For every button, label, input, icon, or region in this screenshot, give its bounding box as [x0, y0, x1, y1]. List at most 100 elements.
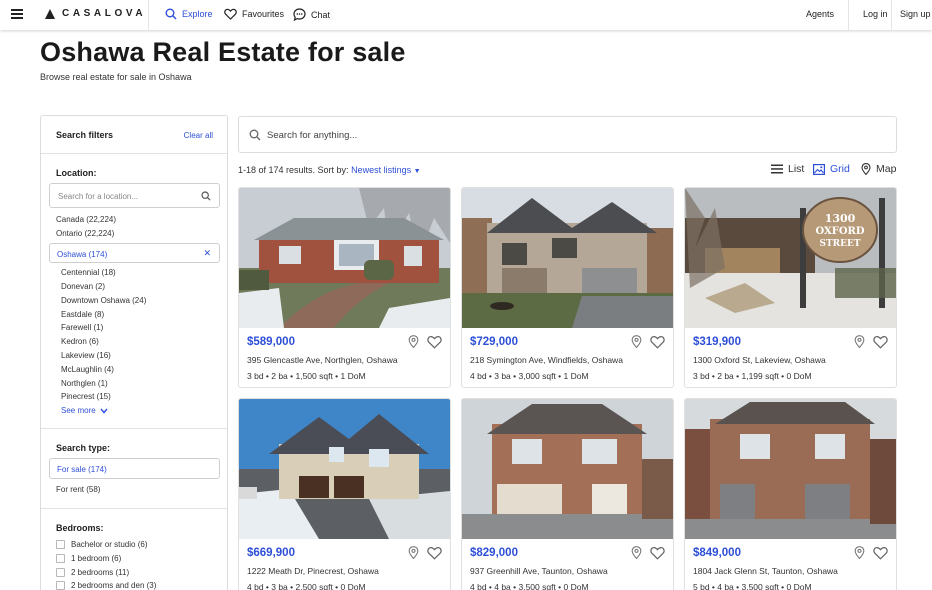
listing-card[interactable]: $829,000 937 Greenhill Ave, Taunton, Osh…	[461, 398, 674, 590]
results-count-text: 1-18 of 174 results. Sort by:	[238, 165, 352, 175]
listing-address[interactable]: 395 Glencastle Ave, Northglen, Oshawa	[247, 355, 398, 365]
view-grid-button[interactable]: Grid	[813, 163, 850, 175]
search-type-for-sale-label: For sale (174)	[57, 465, 107, 474]
nav-favourites-label: Favourites	[242, 9, 285, 19]
listing-address[interactable]: 1804 Jack Glenn St, Taunton, Oshawa	[693, 566, 838, 576]
see-more-label: See more	[61, 406, 96, 415]
bedroom-option[interactable]: 2 bedrooms and den (3)	[56, 581, 156, 590]
see-more-button[interactable]: See more	[61, 406, 108, 415]
view-map-label: Map	[876, 163, 897, 175]
sub-location-item[interactable]: Centennial (18)	[61, 268, 116, 277]
location-parent-ontario[interactable]: Ontario (22,224)	[56, 229, 114, 238]
bedroom-option[interactable]: Bachelor or studio (6)	[56, 540, 147, 549]
sort-dropdown[interactable]: Newest listings ▼	[351, 165, 420, 175]
close-icon[interactable]: ✕	[203, 248, 211, 259]
listing-card[interactable]: $589,000 395 Glencastle Ave, Northglen, …	[238, 187, 451, 388]
heart-icon[interactable]	[650, 546, 665, 560]
bedroom-option-label: 2 bedrooms (11)	[71, 568, 130, 577]
listing-address[interactable]: 1222 Meath Dr, Pinecrest, Oshawa	[247, 566, 379, 576]
selected-location[interactable]: Oshawa (174) ✕	[49, 243, 220, 263]
map-pin-icon[interactable]	[854, 546, 865, 559]
listing-card[interactable]: 1300 OXFORD STREET $319,900 1300 Oxford …	[684, 187, 897, 388]
checkbox[interactable]	[56, 554, 65, 563]
page-subtitle: Browse real estate for sale in Oshawa	[40, 72, 192, 82]
heart-icon[interactable]	[873, 335, 888, 349]
menu-icon[interactable]	[11, 9, 23, 19]
filters-sidebar: Search filters Clear all Location: Searc…	[40, 115, 228, 590]
listing-address[interactable]: 218 Symington Ave, Windfields, Oshawa	[470, 355, 623, 365]
chat-icon	[293, 8, 306, 21]
sub-location-item[interactable]: Kedron (6)	[61, 337, 99, 346]
search-type-for-rent[interactable]: For rent (58)	[56, 485, 100, 494]
listing-photo[interactable]	[685, 399, 896, 539]
view-list-button[interactable]: List	[771, 163, 804, 175]
signup-link[interactable]: Sign up	[900, 9, 931, 19]
results-count: 1-18 of 174 results. Sort by: Newest lis…	[238, 165, 421, 175]
bedroom-option-label: 1 bedroom (6)	[71, 554, 122, 563]
location-title: Location:	[56, 168, 97, 178]
section-divider	[41, 508, 227, 509]
map-pin-icon[interactable]	[408, 546, 419, 559]
sub-location-item[interactable]: Pinecrest (15)	[61, 392, 111, 401]
sub-location-item[interactable]: McLaughlin (4)	[61, 365, 114, 374]
listing-card[interactable]: $729,000 218 Symington Ave, Windfields, …	[461, 187, 674, 388]
view-map-button[interactable]: Map	[861, 163, 896, 175]
listing-address[interactable]: 1300 Oxford St, Lakeview, Oshawa	[693, 355, 826, 365]
listing-price: $589,000	[247, 336, 295, 348]
nav-favourites[interactable]: Favourites	[224, 8, 284, 20]
search-icon	[165, 8, 177, 20]
listing-card[interactable]: $849,000 1804 Jack Glenn St, Taunton, Os…	[684, 398, 897, 590]
map-pin-icon[interactable]	[631, 335, 642, 348]
checkbox[interactable]	[56, 581, 65, 590]
nav-chat[interactable]: Chat	[293, 8, 330, 21]
search-type-for-sale[interactable]: For sale (174)	[49, 458, 220, 479]
listing-details: 4 bd • 4 ba • 3,500 sqft • 0 DoM	[470, 582, 589, 590]
map-pin-icon[interactable]	[631, 546, 642, 559]
sub-location-item[interactable]: Northglen (1)	[61, 379, 108, 388]
location-parent-canada[interactable]: Canada (22,224)	[56, 215, 116, 224]
list-icon	[771, 164, 783, 174]
nav-explore[interactable]: Explore	[165, 8, 213, 20]
main-search-placeholder: Search for anything...	[267, 130, 358, 141]
map-pin-icon	[861, 163, 871, 175]
map-pin-icon[interactable]	[854, 335, 865, 348]
bedroom-option[interactable]: 2 bedrooms (11)	[56, 568, 129, 577]
location-search-input[interactable]: Search for a location...	[49, 183, 220, 208]
view-grid-label: Grid	[830, 163, 850, 175]
brand-name: CASALOVA	[62, 8, 147, 19]
map-pin-icon[interactable]	[408, 335, 419, 348]
sub-location-item[interactable]: Donevan (2)	[61, 282, 105, 291]
nav-agents[interactable]: Agents	[806, 9, 834, 19]
heart-icon[interactable]	[873, 546, 888, 560]
checkbox[interactable]	[56, 568, 65, 577]
section-divider	[41, 428, 227, 429]
listing-photo[interactable]: 1300 OXFORD STREET	[685, 188, 896, 328]
main-search-input[interactable]: Search for anything...	[238, 116, 897, 153]
sub-location-item[interactable]: Downtown Oshawa (24)	[61, 296, 146, 305]
clear-all-button[interactable]: Clear all	[184, 131, 213, 140]
heart-icon[interactable]	[650, 335, 665, 349]
listing-price: $729,000	[470, 336, 518, 348]
image-grid-icon	[813, 163, 825, 175]
listing-photo[interactable]	[239, 188, 450, 328]
listing-photo[interactable]	[462, 188, 673, 328]
listing-photo[interactable]	[239, 399, 450, 539]
listing-address[interactable]: 937 Greenhill Ave, Taunton, Oshawa	[470, 566, 608, 576]
sub-location-item[interactable]: Farewell (1)	[61, 323, 103, 332]
selected-location-label: Oshawa (174)	[57, 250, 108, 259]
listing-photo[interactable]	[462, 399, 673, 539]
checkbox[interactable]	[56, 540, 65, 549]
listing-details: 3 bd • 2 ba • 1,199 sqft • 0 DoM	[693, 371, 812, 381]
filters-header: Search filters Clear all	[41, 116, 227, 154]
nav-divider	[148, 0, 149, 30]
chevron-down-icon	[100, 408, 108, 414]
sub-location-item[interactable]: Eastdale (8)	[61, 310, 104, 319]
sort-label: Newest listings	[351, 165, 412, 175]
bedroom-option[interactable]: 1 bedroom (6)	[56, 554, 121, 563]
login-link[interactable]: Log in	[863, 9, 888, 19]
listing-card[interactable]: $669,900 1222 Meath Dr, Pinecrest, Oshaw…	[238, 398, 451, 590]
heart-icon[interactable]	[427, 546, 442, 560]
brand-logo[interactable]: CASALOVA	[45, 8, 146, 19]
heart-icon[interactable]	[427, 335, 442, 349]
sub-location-item[interactable]: Lakeview (16)	[61, 351, 111, 360]
